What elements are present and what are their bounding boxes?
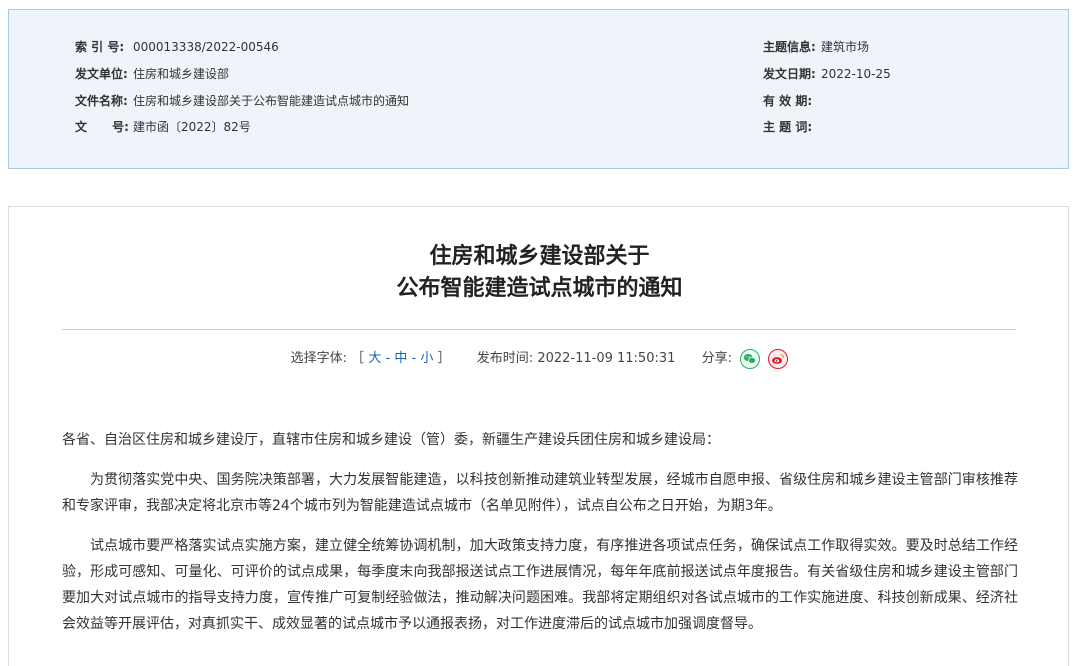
- meta-validity-label: 有 效 期:: [763, 94, 813, 108]
- font-medium-button[interactable]: 中: [394, 351, 407, 366]
- article-title-line2: 公布智能建造试点城市的通知: [396, 276, 683, 301]
- salutation: 各省、自治区住房和城乡建设厅，直辖市住房和城乡建设（管）委，新疆生产建设兵团住房…: [62, 432, 720, 448]
- meta-issuer-value: 住房和城乡建设部: [133, 67, 230, 81]
- share-label: 分享:: [701, 351, 733, 366]
- meta-index-label: 索 引 号:: [75, 40, 125, 54]
- meta-title: 文件名称: 住房和城乡建设部关于公布智能建造试点城市的通知: [75, 93, 409, 109]
- meta-title-label: 文件名称:: [75, 94, 128, 108]
- font-bracket-open: ［: [351, 351, 365, 366]
- meta-topic-label: 主题信息:: [763, 40, 816, 54]
- meta-issuer: 发文单位: 住房和城乡建设部: [75, 66, 229, 82]
- publish-time-label: 发布时间:: [476, 351, 534, 366]
- meta-date-value: 2022-10-25: [821, 67, 891, 81]
- paragraph-1: 为贯彻落实党中央、国务院决策部署，大力发展智能建造，以科技创新推动建筑业转型发展…: [62, 472, 1018, 514]
- paragraph-2: 试点城市要严格落实试点实施方案，建立健全统筹协调机制，加大政策支持力度，有序推进…: [62, 538, 1018, 632]
- meta-index-value: 000013338/2022-00546: [133, 40, 279, 54]
- wechat-icon[interactable]: [740, 349, 761, 369]
- meta-issuer-label: 发文单位:: [75, 67, 128, 81]
- article-info-bar: 选择字体: ［ 大 - 中 - 小 ］ 发布时间: 2022-11-09 11:…: [9, 349, 1070, 369]
- meta-date-label: 发文日期:: [763, 67, 816, 81]
- meta-docno-label: 文 号:: [75, 120, 129, 134]
- meta-keywords-label: 主 题 词:: [763, 120, 813, 134]
- font-bracket-close: ］: [437, 351, 451, 366]
- meta-title-value: 住房和城乡建设部关于公布智能建造试点城市的通知: [133, 94, 410, 108]
- meta-keywords: 主 题 词:: [763, 119, 821, 135]
- article-title-line1: 住房和城乡建设部关于: [429, 244, 650, 269]
- meta-validity: 有 效 期:: [763, 93, 821, 109]
- font-large-button[interactable]: 大: [368, 351, 381, 366]
- title-divider: [62, 329, 1016, 330]
- weibo-icon[interactable]: [768, 349, 789, 369]
- meta-topic: 主题信息: 建筑市场: [763, 39, 869, 55]
- meta-index: 索 引 号: 000013338/2022-00546: [75, 39, 279, 55]
- meta-topic-value: 建筑市场: [821, 40, 870, 54]
- publish-time-value: 2022-11-09 11:50:31: [537, 351, 676, 366]
- document-metadata-panel: 索 引 号: 000013338/2022-00546 发文单位: 住房和城乡建设部…: [8, 9, 1069, 169]
- article-container: 住房和城乡建设部关于 公布智能建造试点城市的通知 选择字体: ［ 大 - 中 -…: [8, 206, 1069, 666]
- meta-date: 发文日期: 2022-10-25: [763, 66, 891, 82]
- meta-docno: 文 号: 建市函〔2022〕82号: [75, 119, 251, 135]
- font-select-label: 选择字体:: [290, 351, 348, 366]
- font-small-button[interactable]: 小: [420, 351, 433, 366]
- font-separator-1: -: [385, 351, 391, 366]
- font-separator-2: -: [411, 351, 417, 366]
- meta-docno-value: 建市函〔2022〕82号: [133, 120, 251, 134]
